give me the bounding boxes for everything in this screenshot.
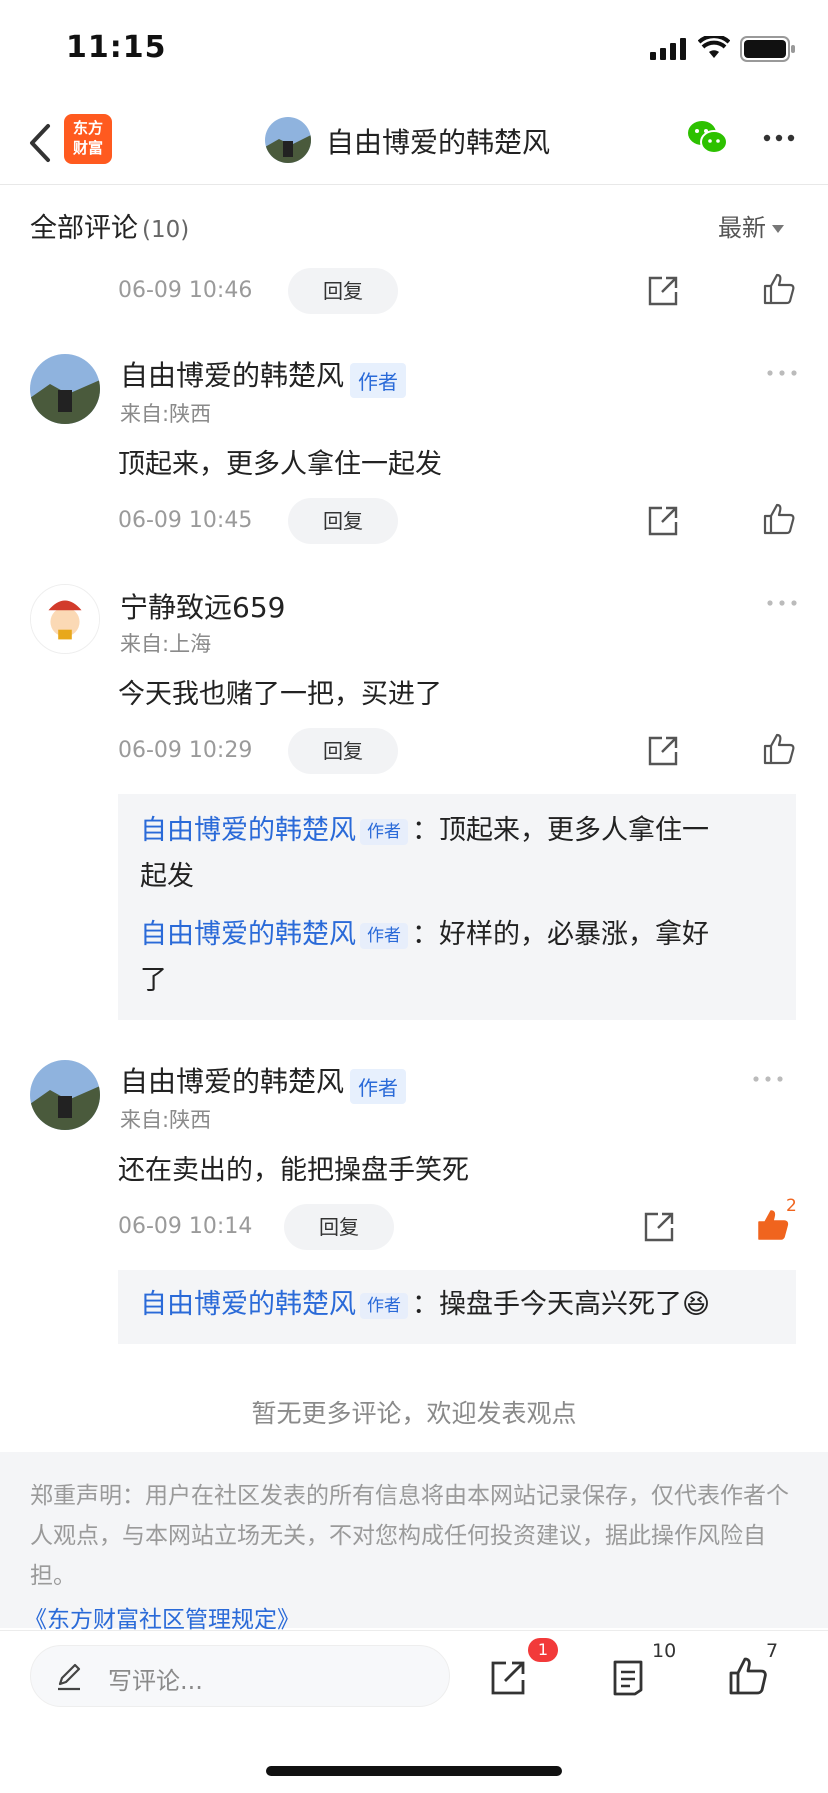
wechat-share-icon[interactable] — [686, 118, 730, 158]
author-badge: 作者 — [360, 818, 408, 845]
thumbs-up-icon[interactable] — [728, 1656, 768, 1696]
comments-icon[interactable] — [608, 1658, 648, 1698]
logo-text-bottom: 财富 — [72, 139, 103, 157]
reply-item[interactable]: 自由博爱的韩楚风 作者 ：顶起来，更多人拿住一 起发 — [140, 808, 780, 900]
comment-time: 06-09 10:46 — [118, 278, 253, 303]
reply-button[interactable]: 回复 — [288, 728, 398, 774]
author-avatar[interactable] — [265, 117, 311, 163]
comment-input[interactable] — [30, 1645, 450, 1707]
reply-username[interactable]: 自由博爱的韩楚风 — [140, 919, 356, 950]
reply-username[interactable]: 自由博爱的韩楚风 — [140, 1289, 356, 1320]
comment-author: 自由博爱的韩楚风 作者 — [120, 354, 407, 398]
battery-icon — [740, 36, 795, 62]
share-icon[interactable] — [646, 274, 680, 308]
chevron-down-icon — [772, 225, 784, 233]
wifi-icon — [698, 36, 730, 58]
reply-button[interactable]: 回复 — [284, 1204, 394, 1250]
author-badge: 作者 — [360, 922, 408, 949]
nav-divider — [0, 184, 828, 185]
user-avatar[interactable] — [30, 584, 100, 654]
reply-text-cont: 起发 — [140, 861, 194, 892]
share-icon[interactable] — [642, 1210, 676, 1244]
no-more-comments: 暂无更多评论，欢迎发表观点 — [251, 1399, 577, 1428]
replies-box[interactable]: 自由博爱的韩楚风 作者 ：操盘手今天高兴死了😆 — [118, 1270, 796, 1344]
more-options-icon[interactable] — [766, 598, 798, 608]
replies-box[interactable]: 自由博爱的韩楚风 作者 ：顶起来，更多人拿住一 起发 自由博爱的韩楚风 作者 ：好样的，… — [118, 794, 796, 1020]
comment-count: 10 — [652, 1640, 677, 1662]
reply-text: ：好样的，必暴涨，拿好 — [412, 919, 709, 950]
share-icon[interactable] — [646, 504, 680, 538]
comment-input-placeholder[interactable]: 写评论... — [108, 1661, 203, 1696]
user-avatar[interactable] — [30, 354, 100, 424]
username[interactable]: 宁静致远659 — [120, 586, 285, 626]
reply-item[interactable]: 自由博爱的韩楚风 作者 ：好样的，必暴涨，拿好 了 — [140, 912, 780, 1004]
page-title: 自由博爱的韩楚风 — [326, 126, 551, 159]
comment-time: 06-09 10:29 — [118, 738, 253, 763]
app-logo[interactable]: 东方 财富 — [64, 114, 112, 164]
thumbs-up-icon[interactable] — [762, 732, 796, 766]
comment-author: 自由博爱的韩楚风 作者 — [120, 1060, 407, 1104]
reply-text: ：操盘手今天高兴死了😆 — [412, 1289, 711, 1320]
username[interactable]: 自由博爱的韩楚风 — [120, 359, 344, 392]
author-badge: 作者 — [360, 1292, 408, 1319]
share-icon[interactable] — [488, 1658, 528, 1698]
reply-button[interactable]: 回复 — [288, 498, 398, 544]
reply-text: ：顶起来，更多人拿住一 — [412, 815, 709, 846]
comment-location: 来自:陕西 — [120, 1108, 212, 1132]
comment-time: 06-09 10:45 — [118, 508, 253, 533]
comment-time: 06-09 10:14 — [118, 1214, 253, 1239]
signal-icon — [650, 38, 686, 60]
community-rules-link[interactable]: 《东方财富社区管理规定》 — [24, 1600, 300, 1634]
sort-label: 最新 — [718, 214, 766, 242]
thumbs-up-icon-active[interactable] — [756, 1208, 790, 1242]
more-options-icon[interactable] — [762, 128, 796, 148]
more-options-icon[interactable] — [752, 1074, 784, 1084]
username[interactable]: 自由博爱的韩楚风 — [120, 1065, 344, 1098]
share-icon[interactable] — [646, 734, 680, 768]
like-count: 2 — [786, 1196, 797, 1216]
sort-dropdown[interactable]: 最新 — [718, 208, 784, 243]
status-time: 11:15 — [66, 30, 167, 65]
back-icon[interactable] — [22, 118, 62, 168]
disclaimer-text: 郑重声明：用户在社区发表的所有信息将由本网站记录保存，仅代表作者个人观点，与本网… — [30, 1483, 789, 1589]
thumbs-up-icon[interactable] — [762, 272, 796, 306]
comment-location: 来自:陕西 — [120, 402, 212, 426]
more-options-icon[interactable] — [766, 368, 798, 378]
reply-username[interactable]: 自由博爱的韩楚风 — [140, 815, 356, 846]
reply-item[interactable]: 自由博爱的韩楚风 作者 ：操盘手今天高兴死了😆 — [140, 1282, 790, 1328]
share-badge: 1 — [528, 1638, 558, 1662]
logo-text-top: 东方 — [72, 119, 103, 137]
pencil-icon — [58, 1663, 81, 1691]
author-badge: 作者 — [350, 363, 407, 398]
comment-content: 顶起来，更多人拿住一起发 — [118, 449, 442, 480]
reply-button[interactable]: 回复 — [288, 268, 398, 314]
user-avatar[interactable] — [30, 1060, 100, 1130]
like-total-count: 7 — [766, 1640, 779, 1662]
comment-content: 今天我也赌了一把，买进了 — [118, 679, 442, 710]
reply-text-cont: 了 — [140, 965, 167, 996]
comments-title: 全部评论 — [30, 213, 138, 244]
comment-content: 还在卖出的，能把操盘手笑死 — [118, 1155, 469, 1186]
comments-count: (10) — [142, 217, 190, 243]
thumbs-up-icon[interactable] — [762, 502, 796, 536]
author-badge: 作者 — [350, 1069, 407, 1104]
comment-location: 来自:上海 — [120, 632, 212, 656]
home-indicator — [266, 1766, 562, 1776]
comments-header: 全部评论 (10) — [30, 206, 189, 245]
